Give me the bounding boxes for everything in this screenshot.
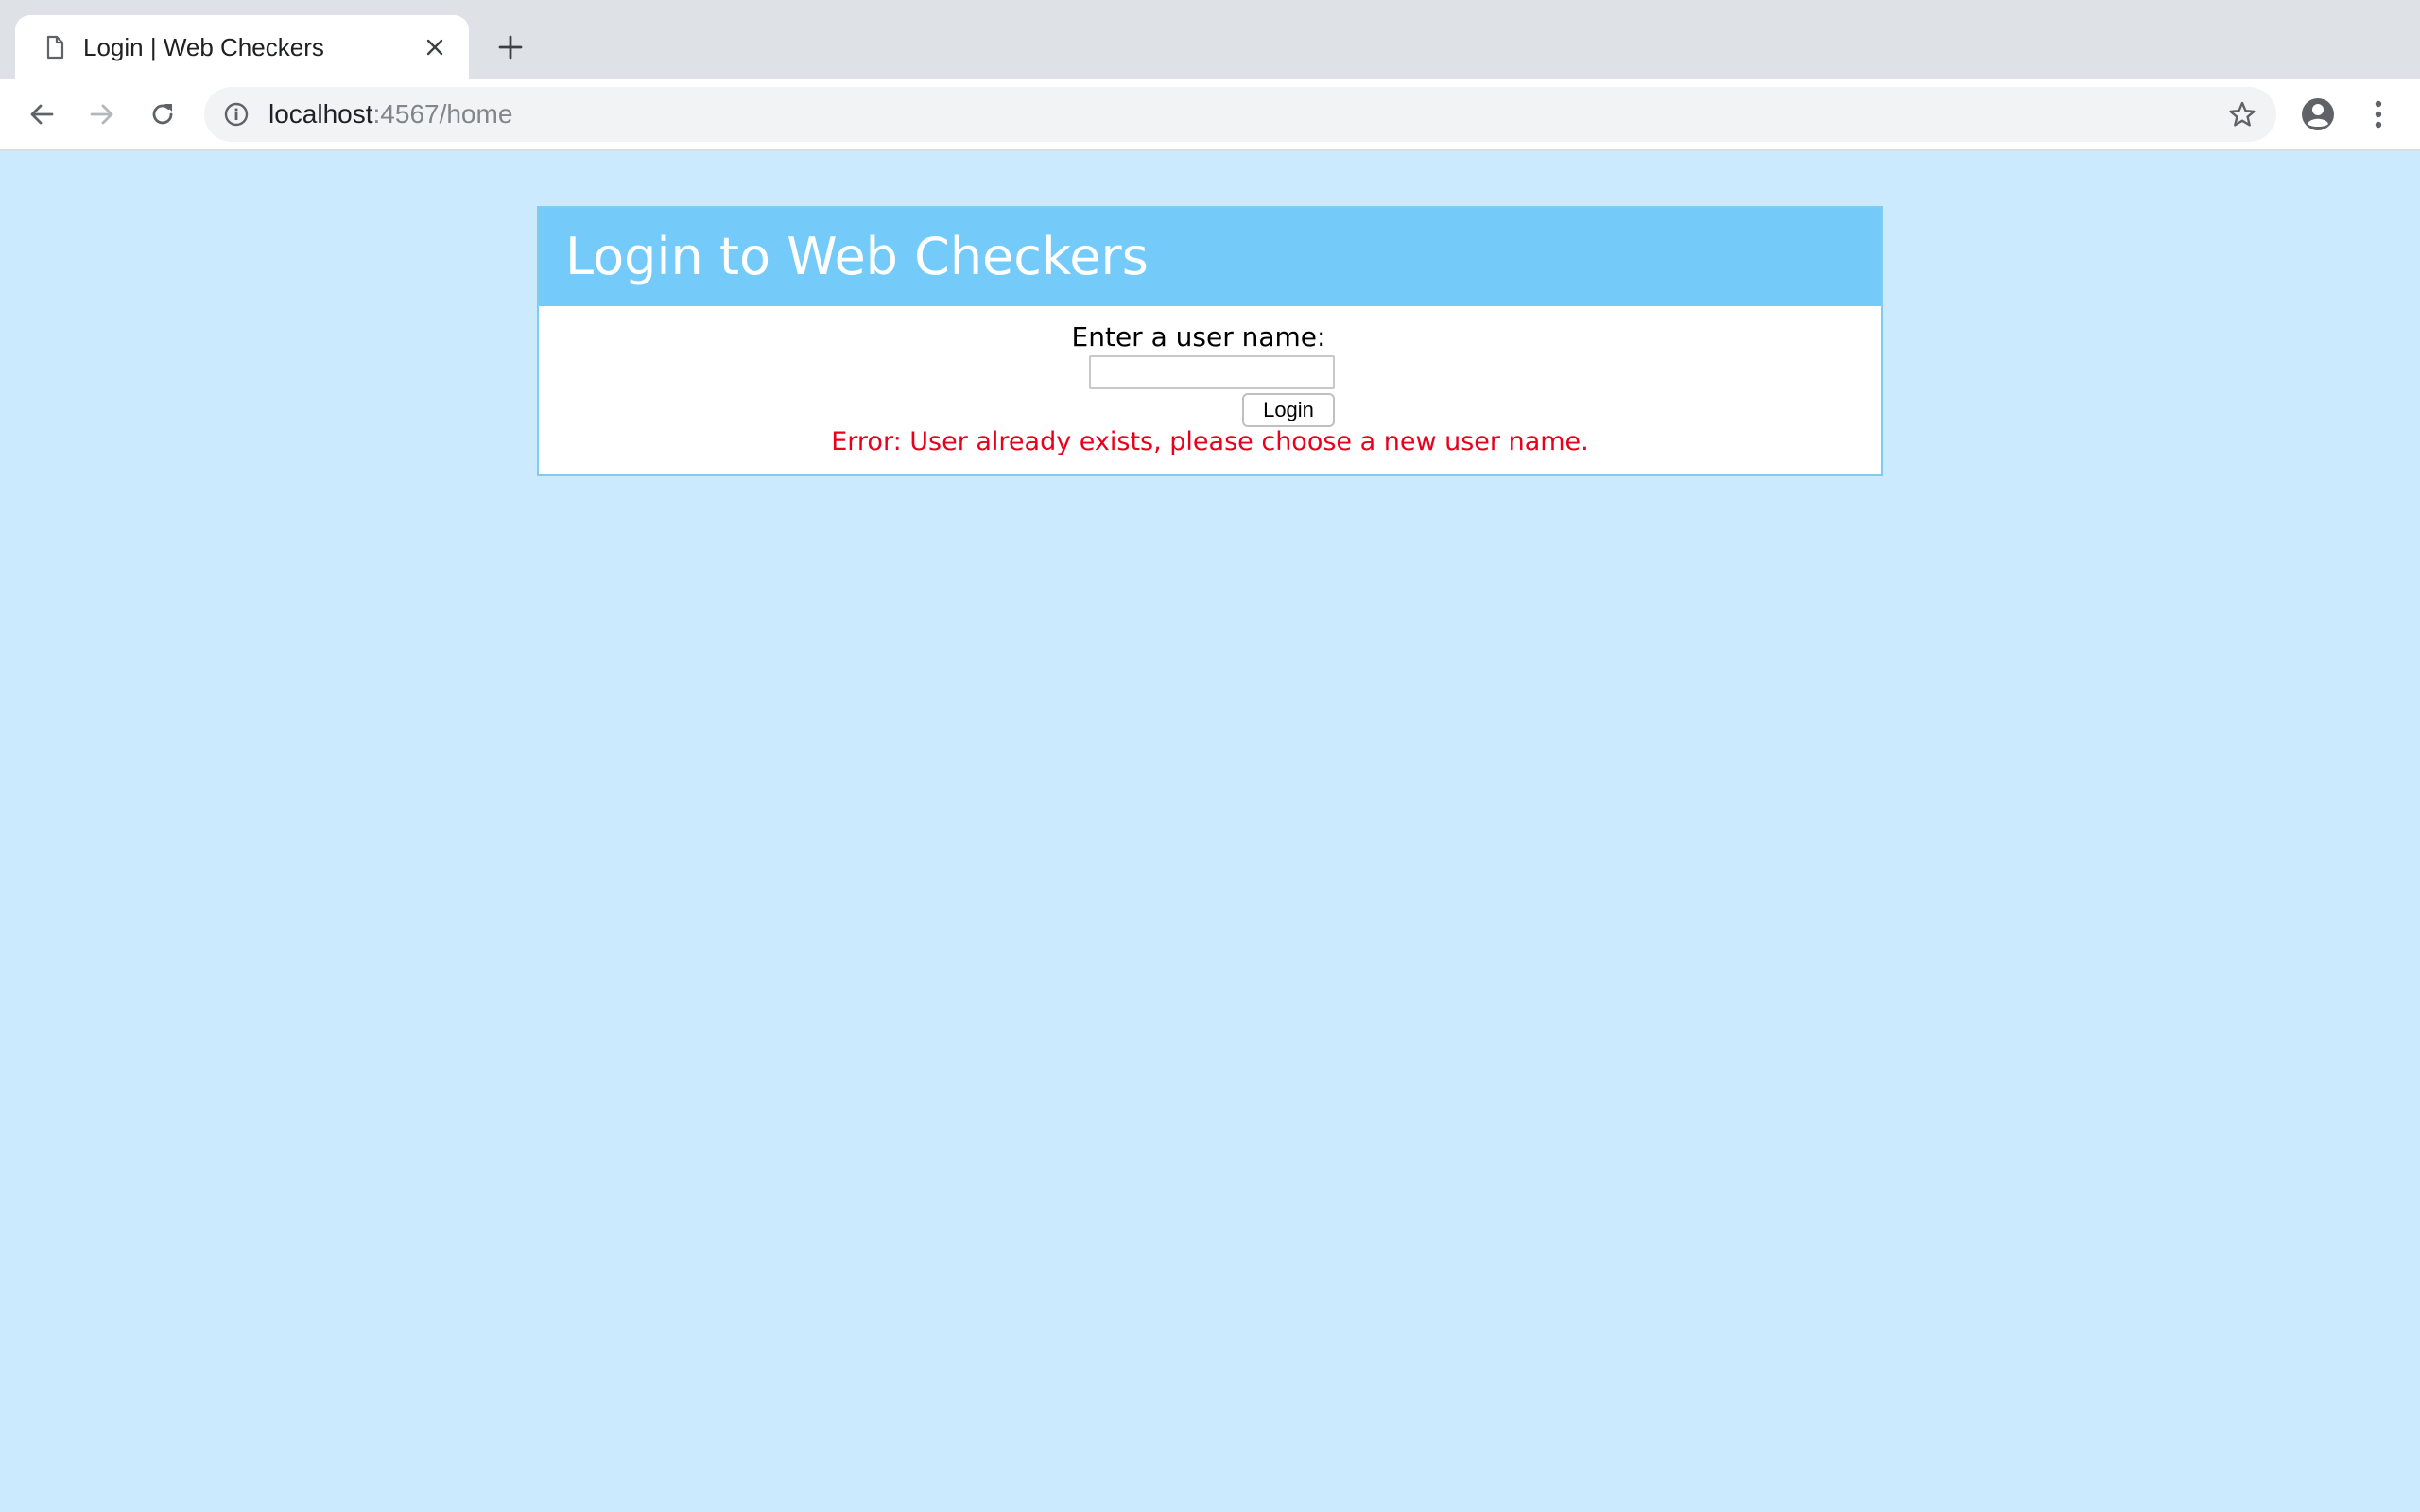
tab-title: Login | Web Checkers <box>83 33 324 61</box>
browser-toolbar: localhost:4567/home <box>0 79 2420 151</box>
document-icon <box>40 32 70 62</box>
login-button[interactable]: Login <box>1242 393 1335 427</box>
vertical-dots-icon[interactable] <box>2358 94 2399 135</box>
username-label-text: Enter a user name: <box>1071 321 1326 352</box>
address-bar[interactable]: localhost:4567/home <box>204 87 2276 142</box>
tab-strip: Login | Web Checkers <box>0 0 2420 79</box>
page-title: Login to Web Checkers <box>565 227 1149 286</box>
account-circle-icon[interactable] <box>2297 94 2339 135</box>
plus-icon[interactable] <box>492 28 529 66</box>
url-text: localhost:4567/home <box>268 99 512 129</box>
arrow-left-icon[interactable] <box>21 94 62 135</box>
star-icon[interactable] <box>2225 97 2259 131</box>
page-content: Login to Web Checkers Enter a user name:… <box>0 151 2420 1512</box>
login-panel: Login to Web Checkers Enter a user name:… <box>537 206 1883 476</box>
url-host: localhost <box>268 99 373 129</box>
arrow-right-icon[interactable] <box>81 94 123 135</box>
error-message: Error: User already exists, please choos… <box>831 427 1589 456</box>
url-path: :4567/home <box>372 99 513 129</box>
info-icon[interactable] <box>221 99 251 129</box>
username-input[interactable] <box>1089 355 1335 389</box>
reload-icon[interactable] <box>142 94 183 135</box>
username-label: Enter a user name: <box>539 321 1881 353</box>
panel-header: Login to Web Checkers <box>539 208 1881 306</box>
browser-tab[interactable]: Login | Web Checkers <box>15 15 469 79</box>
close-icon[interactable] <box>420 32 450 62</box>
